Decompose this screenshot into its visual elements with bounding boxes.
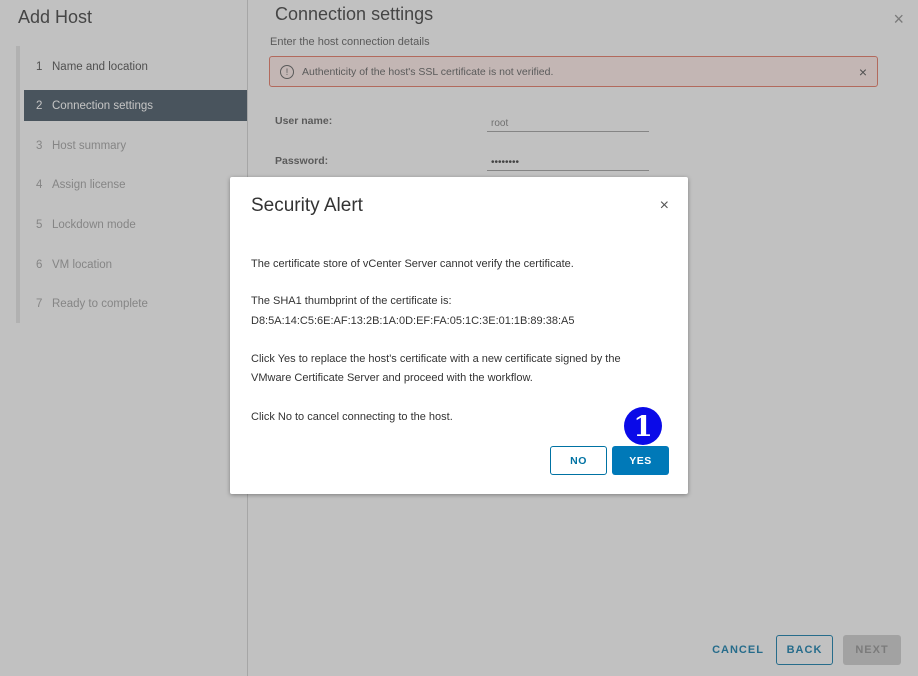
- yes-button[interactable]: YES: [612, 446, 669, 475]
- dialog-yes-explanation-cont: VMware Certificate Server and proceed wi…: [251, 372, 533, 384]
- thumbprint-label: The SHA1 thumbprint of the certificate i…: [251, 295, 452, 307]
- step-marker-badge: 1: [624, 407, 662, 445]
- security-alert-dialog: Security Alert × The certificate store o…: [230, 177, 688, 494]
- dialog-title: Security Alert: [251, 195, 363, 216]
- dialog-yes-explanation: Click Yes to replace the host's certific…: [251, 353, 621, 365]
- no-button[interactable]: NO: [550, 446, 607, 475]
- dialog-message: The certificate store of vCenter Server …: [251, 258, 574, 270]
- thumbprint-value: D8:5A:14:C5:6E:AF:13:2B:1A:0D:EF:FA:05:1…: [251, 315, 575, 327]
- dialog-no-explanation: Click No to cancel connecting to the hos…: [251, 411, 453, 423]
- close-icon[interactable]: ×: [660, 198, 669, 214]
